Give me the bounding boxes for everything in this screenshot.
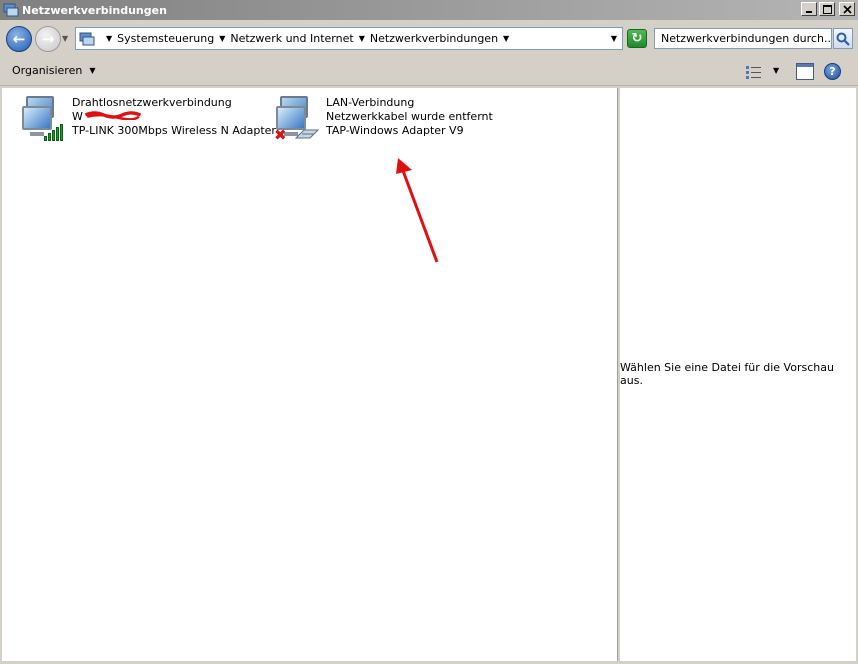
preview-pane-button[interactable] (796, 63, 814, 80)
list-item-wireless-connection[interactable]: Drahtlosnetzwerkverbindung W TP-LINK 300… (20, 96, 276, 142)
address-field[interactable]: ▼ Systemsteuerung ▼ Netzwerk und Interne… (75, 27, 623, 50)
lan-network-icon: ✖ (274, 96, 324, 144)
breadcrumb-item-netzwerkverbindungen[interactable]: Netzwerkverbindungen (370, 32, 498, 45)
network-connections-icon (3, 2, 19, 18)
title-bar: Netzwerkverbindungen (0, 0, 858, 20)
breadcrumb-root-chevron-icon[interactable]: ▼ (106, 34, 112, 43)
breadcrumb-chevron-icon[interactable]: ▼ (503, 34, 509, 43)
help-icon: ? (829, 65, 836, 78)
command-toolbar: Organisieren ▼ ▼ ? (0, 58, 858, 86)
connection-name: Drahtlosnetzwerkverbindung (72, 96, 232, 109)
connection-adapter: TAP-Windows Adapter V9 (326, 124, 464, 137)
preview-pane: Wählen Sie eine Datei für die Vorschau a… (620, 88, 856, 661)
control-panel-icon (79, 31, 95, 47)
help-button[interactable]: ? (824, 63, 841, 80)
breadcrumb: ▼ Systemsteuerung ▼ Netzwerk und Interne… (101, 32, 514, 45)
maximize-button[interactable] (819, 2, 835, 16)
address-bar: ← → ▼ ▼ Systemsteuerung ▼ Netzwerk und I… (0, 20, 858, 58)
organize-label: Organisieren (12, 64, 83, 77)
refresh-icon: ↻ (631, 31, 643, 46)
organize-button[interactable]: Organisieren ▼ (12, 64, 95, 77)
forward-arrow-icon: → (41, 30, 55, 48)
search-input[interactable]: Netzwerkverbindungen durch... (654, 28, 832, 49)
forward-button[interactable]: → (35, 26, 61, 52)
recent-pages-dropdown[interactable]: ▼ (62, 34, 68, 43)
refresh-button[interactable]: ↻ (627, 29, 647, 48)
window-title: Netzwerkverbindungen (22, 3, 167, 17)
back-button[interactable]: ← (6, 26, 32, 52)
search-button[interactable] (833, 28, 853, 49)
breadcrumb-item-systemsteuerung[interactable]: Systemsteuerung (117, 32, 214, 45)
disconnected-x-icon: ✖ (274, 126, 287, 144)
connection-status: Netzwerkkabel wurde entfernt (326, 110, 493, 123)
close-button[interactable] (839, 2, 855, 16)
address-history-dropdown[interactable]: ▼ (611, 34, 617, 43)
connection-adapter: TP-LINK 300Mbps Wireless N Adapter (72, 124, 276, 137)
views-dropdown[interactable]: ▼ (773, 66, 779, 75)
details-view-icon (746, 66, 761, 79)
minimize-button[interactable] (801, 2, 817, 16)
views-button[interactable] (745, 64, 763, 80)
network-cable-icon (294, 129, 320, 139)
chevron-down-icon: ▼ (89, 66, 96, 75)
back-arrow-icon: ← (12, 30, 26, 48)
search-icon (836, 32, 850, 46)
preview-message: Wählen Sie eine Datei für die Vorschau a… (620, 360, 834, 387)
annotation-arrow (396, 158, 439, 263)
redaction-scribble (84, 111, 142, 120)
breadcrumb-chevron-icon[interactable]: ▼ (219, 34, 225, 43)
signal-strength-icon (44, 124, 63, 141)
wireless-network-icon (20, 96, 70, 142)
list-item-lan-connection[interactable]: ✖ LAN-Verbindung Netzwerkkabel wurde ent… (274, 96, 493, 144)
connection-name: LAN-Verbindung (326, 96, 415, 109)
file-list[interactable]: Drahtlosnetzwerkverbindung W TP-LINK 300… (2, 88, 617, 661)
breadcrumb-chevron-icon[interactable]: ▼ (359, 34, 365, 43)
breadcrumb-item-netzwerk-und-internet[interactable]: Netzwerk und Internet (230, 32, 353, 45)
